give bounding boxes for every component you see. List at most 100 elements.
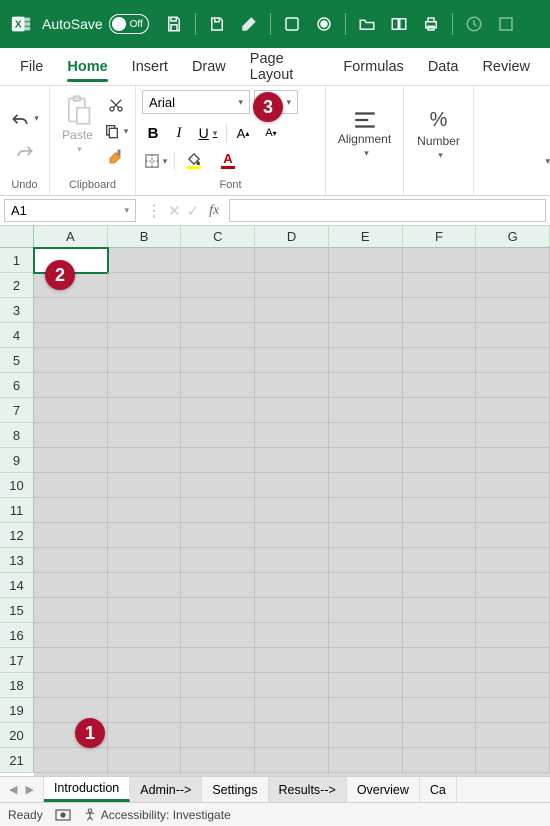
cell[interactable] [403,473,477,498]
cell[interactable] [181,573,255,598]
cell[interactable] [329,673,403,698]
qat-icon-1[interactable] [206,13,228,35]
cell[interactable] [181,548,255,573]
cell[interactable] [108,298,182,323]
cell[interactable] [329,248,403,273]
format-painter-button[interactable] [103,146,129,168]
cell[interactable] [476,598,550,623]
cell[interactable] [108,348,182,373]
tab-review[interactable]: Review [470,48,542,85]
print-icon[interactable] [420,13,442,35]
cell[interactable] [476,373,550,398]
row-header[interactable]: 4 [0,323,34,348]
cell[interactable] [108,498,182,523]
sheet-tab[interactable]: Ca [420,777,457,802]
cell[interactable] [255,473,329,498]
cell[interactable] [181,348,255,373]
cell[interactable] [403,748,477,773]
cell[interactable] [255,723,329,748]
cell[interactable] [255,698,329,723]
cell[interactable] [255,498,329,523]
cell[interactable] [476,423,550,448]
cell[interactable] [255,523,329,548]
cell[interactable] [476,248,550,273]
sheet-tab[interactable]: Settings [202,777,268,802]
cell[interactable] [403,273,477,298]
row-header[interactable]: 2 [0,273,34,298]
row-header[interactable]: 16 [0,623,34,648]
cell[interactable] [476,448,550,473]
row-header[interactable]: 13 [0,548,34,573]
column-header[interactable]: A [34,226,108,248]
redo-button[interactable] [8,139,42,163]
enter-icon[interactable]: ✓ [187,202,200,220]
save-icon[interactable] [163,13,185,35]
cell[interactable] [34,448,108,473]
cut-button[interactable] [103,94,129,116]
cell[interactable] [476,673,550,698]
cell[interactable] [329,348,403,373]
column-header[interactable]: G [476,226,550,248]
cell[interactable] [476,548,550,573]
tab-formulas[interactable]: Formulas [331,48,415,85]
font-color-button[interactable]: A▾ [213,150,243,172]
cell[interactable] [255,423,329,448]
cell[interactable] [403,648,477,673]
sheet-prev-button[interactable]: ◀ [6,783,20,796]
row-header[interactable]: 11 [0,498,34,523]
name-box[interactable]: A1▾ [4,199,136,222]
underline-button[interactable]: U▾ [194,122,222,144]
cell[interactable] [34,423,108,448]
increase-font-button[interactable]: A▴ [231,122,255,144]
cell[interactable] [108,598,182,623]
cell[interactable] [329,323,403,348]
cell[interactable] [403,498,477,523]
formula-input[interactable] [229,199,546,222]
column-header[interactable]: B [108,226,182,248]
row-header[interactable]: 17 [0,648,34,673]
macro-record-icon[interactable] [55,807,71,823]
cell[interactable] [255,248,329,273]
cell[interactable] [108,723,182,748]
column-header[interactable]: F [403,226,477,248]
cell[interactable] [403,348,477,373]
cell[interactable] [476,298,550,323]
cell[interactable] [255,273,329,298]
row-header[interactable]: 21 [0,748,34,773]
qat-icon-5[interactable] [495,13,517,35]
cell[interactable] [255,448,329,473]
tab-file[interactable]: File [8,48,55,85]
cell[interactable] [34,748,108,773]
cell[interactable] [403,673,477,698]
sheet-tab[interactable]: Overview [347,777,420,802]
cell[interactable] [255,373,329,398]
cell[interactable] [34,673,108,698]
cell[interactable] [476,498,550,523]
cell[interactable] [329,523,403,548]
row-header[interactable]: 15 [0,598,34,623]
cell[interactable] [476,323,550,348]
cell[interactable] [108,648,182,673]
sheet-next-button[interactable]: ▶ [22,783,36,796]
cell[interactable] [255,548,329,573]
row-header[interactable]: 9 [0,448,34,473]
tab-insert[interactable]: Insert [120,48,180,85]
fx-icon[interactable]: fx [205,203,223,219]
cell[interactable] [329,498,403,523]
cell[interactable] [403,323,477,348]
row-header[interactable]: 14 [0,573,34,598]
cell[interactable] [476,473,550,498]
tab-data[interactable]: Data [416,48,471,85]
cell[interactable] [476,523,550,548]
cell[interactable] [108,573,182,598]
cell[interactable] [403,523,477,548]
column-header[interactable]: D [255,226,329,248]
cell[interactable] [255,648,329,673]
cell[interactable] [403,423,477,448]
cell[interactable] [34,473,108,498]
select-all-corner[interactable] [0,226,34,248]
cell[interactable] [255,748,329,773]
cell[interactable] [34,648,108,673]
cell[interactable] [329,273,403,298]
cell[interactable] [329,723,403,748]
